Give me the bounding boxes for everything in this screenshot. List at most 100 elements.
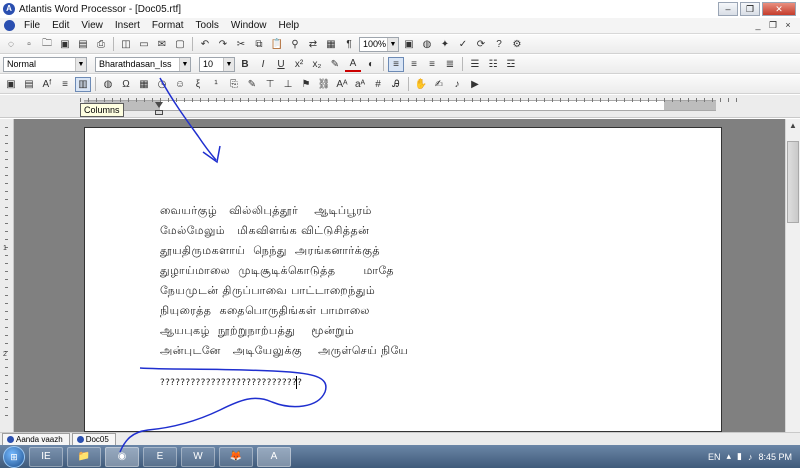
font-dialog-icon[interactable]: Aᶠ [39,77,55,92]
scrollbar-thumb[interactable] [787,141,799,223]
start-button[interactable]: ⊞ [3,445,25,468]
first-line-indent-marker[interactable] [155,102,163,108]
new-icon[interactable]: ◌ [3,37,19,52]
paste-icon[interactable]: 📋 [269,37,285,52]
style-select[interactable]: Normal ▼ [3,56,87,72]
minimize-button[interactable]: – [718,2,738,16]
save-template-icon[interactable]: ▤ [21,77,37,92]
clock[interactable]: 8:45 PM [758,452,792,462]
taskbar-ie-icon[interactable]: IE [29,446,63,467]
justify-icon[interactable]: ≣ [442,57,458,72]
font-size-select[interactable]: 10 ▼ [199,56,235,72]
drop-cap-icon[interactable]: Ꭿ [388,77,404,92]
print-preview-icon[interactable]: ◫ [118,37,134,52]
bookmark-icon[interactable]: ✦ [437,37,453,52]
scroll-up-icon[interactable]: ▲ [786,119,800,133]
show-formatting-icon[interactable]: ¶ [341,37,357,52]
close-button[interactable]: ✕ [762,2,796,16]
image-icon[interactable]: ◍ [100,77,116,92]
find-icon[interactable]: ⚲ [287,37,303,52]
print-icon[interactable]: ⎙ [93,37,109,52]
menu-view[interactable]: View [75,20,109,31]
menu-edit[interactable]: Edit [46,20,75,31]
font-color-button[interactable]: A [345,57,361,72]
symbol-icon[interactable]: Ω [118,77,134,92]
highlight-icon[interactable]: ✎ [327,57,343,72]
email-icon[interactable]: ✉ [154,37,170,52]
tab-aanda-vaazh[interactable]: Aanda vaazh [2,433,70,445]
taskbar-chrome-icon[interactable]: ◉ [105,446,139,467]
taskbar-atlantis-icon[interactable]: A [257,446,291,467]
menu-window[interactable]: Window [225,20,273,31]
font-select[interactable]: Bharathdasan_Iss ▼ [95,56,191,72]
table-icon[interactable]: ▦ [136,77,152,92]
doc-minimize-button[interactable]: _ [752,20,764,31]
case-up-icon[interactable]: Aᴬ [334,77,350,92]
left-indent-marker[interactable] [155,110,163,115]
doc-close-button[interactable]: × [782,20,794,31]
header-icon[interactable]: ⊤ [262,77,278,92]
menu-file[interactable]: File [18,20,46,31]
footer-icon[interactable]: ⊥ [280,77,296,92]
link-icon[interactable]: ⛓ [316,77,332,92]
settings-icon[interactable]: ⚙ [509,37,525,52]
new-document-icon[interactable]: ▫ [21,37,37,52]
page-break-icon[interactable]: ⎘ [226,77,242,92]
help-icon[interactable]: ? [491,37,507,52]
taskbar-folder-icon[interactable]: 📁 [67,446,101,467]
emoji-icon[interactable]: ☺ [172,77,188,92]
sound-icon[interactable]: ♪ [449,77,465,92]
maximize-button[interactable]: ❐ [740,2,760,16]
paragraph-dialog-icon[interactable]: ≡ [57,77,73,92]
document-icon[interactable] [4,20,15,31]
outline-icon[interactable]: ☲ [503,57,519,72]
copy-icon[interactable]: ⧉ [251,37,267,52]
autocorrect-icon[interactable]: ⟳ [473,37,489,52]
save-icon[interactable]: ▣ [57,37,73,52]
replace-icon[interactable]: ⇄ [305,37,321,52]
bold-button[interactable]: B [237,57,253,72]
taskbar-editor-icon[interactable]: E [143,446,177,467]
undo-icon[interactable]: ↶ [197,37,213,52]
volume-icon[interactable]: ♪ [748,452,753,462]
cut-icon[interactable]: ✂ [233,37,249,52]
field-icon[interactable]: ξ [190,77,206,92]
redo-icon[interactable]: ↷ [215,37,231,52]
vertical-scrollbar[interactable]: ▲ [785,119,800,432]
page-setup-icon[interactable]: ▭ [136,37,152,52]
numbering-icon[interactable]: ☷ [485,57,501,72]
menu-insert[interactable]: Insert [109,20,146,31]
tab-doc05[interactable]: Doc05 [71,433,116,445]
ink-icon[interactable]: ✍ [431,77,447,92]
menu-format[interactable]: Format [146,20,190,31]
underline-button[interactable]: U [273,57,289,72]
properties-icon[interactable]: ▢ [172,37,188,52]
fit-page-icon[interactable]: ▣ [401,37,417,52]
align-center-icon[interactable]: ≡ [406,57,422,72]
bullets-icon[interactable]: ☰ [467,57,483,72]
network-icon[interactable]: ▮ [737,451,742,462]
word-count-icon[interactable]: # [370,77,386,92]
date-icon[interactable]: ◷ [154,77,170,92]
taskbar-firefox-icon[interactable]: 🦊 [219,446,253,467]
bookmark-insert-icon[interactable]: ⚑ [298,77,314,92]
document-body[interactable]: வையர்குழ் வில்லிபுத்தூர் ஆடிப்பூரம் மேல்… [160,204,408,364]
tray-arrow-icon[interactable]: ▴ [726,451,731,462]
language-indicator[interactable]: EN [708,452,721,462]
italic-button[interactable]: I [255,57,271,72]
align-right-icon[interactable]: ≡ [424,57,440,72]
spell-check-icon[interactable]: ✓ [455,37,471,52]
taskbar-word-icon[interactable]: W [181,446,215,467]
zoom-select[interactable]: 100% ▼ [359,36,399,52]
subscript-icon[interactable]: x₂ [309,57,325,72]
columns-icon[interactable]: ▥ [75,76,91,92]
background-color-icon[interactable]: ◐ [363,57,379,72]
open-folder-icon[interactable]: 🗀 [39,37,55,52]
menu-tools[interactable]: Tools [190,20,225,31]
hand-tool-icon[interactable]: ✋ [413,77,429,92]
web-icon[interactable]: ◍ [419,37,435,52]
play-icon[interactable]: ▶ [467,77,483,92]
footnote-icon[interactable]: ¹ [208,77,224,92]
case-down-icon[interactable]: aᴬ [352,77,368,92]
comment-icon[interactable]: ✎ [244,77,260,92]
